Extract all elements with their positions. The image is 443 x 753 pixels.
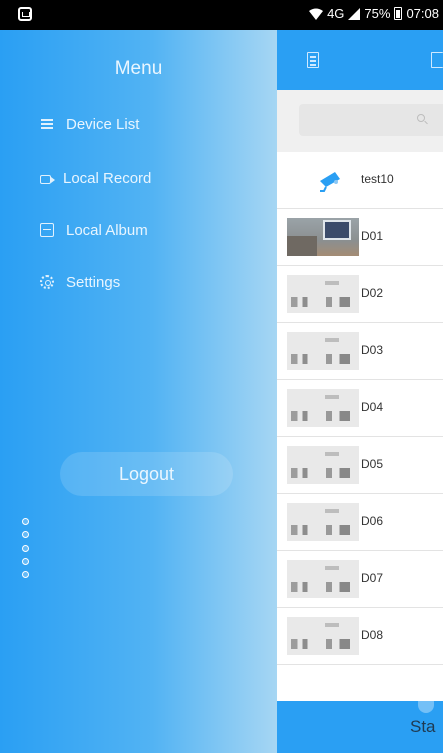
device-thumbnail bbox=[287, 275, 359, 313]
status-indicators: 4G 75% 07:08 bbox=[309, 6, 439, 21]
device-thumbnail bbox=[287, 218, 359, 256]
handle-dot bbox=[22, 557, 29, 565]
list-item[interactable]: test10 bbox=[277, 152, 443, 209]
device-name: test10 bbox=[361, 172, 394, 186]
menu-item-label: Local Record bbox=[63, 169, 152, 187]
list-item[interactable]: D01 bbox=[277, 209, 443, 266]
bottom-tab-indicator bbox=[418, 701, 434, 713]
list-item[interactable]: D04 bbox=[277, 380, 443, 437]
list-icon bbox=[40, 117, 54, 131]
wifi-icon bbox=[309, 8, 324, 20]
menu-item-label: Settings bbox=[66, 273, 121, 291]
list-item[interactable]: D07 bbox=[277, 551, 443, 608]
menu-item-device-list[interactable]: Device List bbox=[40, 109, 139, 139]
camera-icon bbox=[320, 172, 340, 192]
search-icon bbox=[417, 114, 425, 122]
device-thumbnail bbox=[287, 617, 359, 655]
drawer-drag-handle[interactable] bbox=[22, 518, 32, 578]
device-thumbnail bbox=[287, 389, 359, 427]
device-thumbnail bbox=[287, 503, 359, 541]
device-name: D08 bbox=[361, 628, 384, 642]
battery-percent: 75% bbox=[364, 6, 391, 21]
top-app-bar bbox=[277, 30, 443, 90]
device-name: D03 bbox=[361, 343, 384, 357]
device-thumbnail bbox=[287, 446, 359, 484]
list-item[interactable]: D06 bbox=[277, 494, 443, 551]
bottom-bar: Sta bbox=[277, 701, 443, 753]
gear-icon bbox=[40, 275, 54, 289]
list-item[interactable]: D08 bbox=[277, 608, 443, 665]
battery-icon bbox=[394, 7, 403, 20]
device-name: D06 bbox=[361, 514, 384, 528]
list-item[interactable]: D05 bbox=[277, 437, 443, 494]
device-name: D02 bbox=[361, 286, 384, 300]
menu-item-local-record[interactable]: Local Record bbox=[40, 163, 151, 193]
search-input[interactable] bbox=[299, 104, 443, 136]
device-list: test10 D01 D02 D03 D04 D05 D06 D07 D08 bbox=[277, 152, 443, 665]
device-name: D05 bbox=[361, 457, 384, 471]
signal-icon bbox=[348, 7, 361, 20]
handle-dot bbox=[22, 544, 29, 552]
handle-dot bbox=[22, 571, 29, 578]
network-type: 4G bbox=[327, 6, 345, 21]
status-bar: 4G 75% 07:08 bbox=[0, 0, 443, 30]
device-thumbnail bbox=[287, 332, 359, 370]
add-device-icon[interactable] bbox=[431, 52, 443, 68]
menu-item-settings[interactable]: Settings bbox=[40, 267, 120, 297]
device-thumbnail bbox=[287, 560, 359, 598]
notification-icon bbox=[18, 7, 32, 21]
handle-dot bbox=[22, 518, 29, 525]
device-name: D01 bbox=[361, 229, 384, 243]
clock: 07:08 bbox=[406, 6, 439, 21]
album-icon bbox=[40, 223, 54, 237]
handle-dot bbox=[22, 531, 29, 539]
list-item[interactable]: D02 bbox=[277, 266, 443, 323]
document-icon[interactable] bbox=[307, 52, 319, 68]
menu-item-local-album[interactable]: Local Album bbox=[40, 215, 148, 245]
record-icon bbox=[40, 175, 55, 184]
side-drawer: Menu Device List Local Record Local Albu… bbox=[0, 30, 277, 753]
menu-item-label: Device List bbox=[66, 115, 140, 133]
search-area bbox=[277, 90, 443, 152]
drawer-title: Menu bbox=[114, 58, 163, 79]
logout-button[interactable]: Logout bbox=[60, 452, 233, 496]
menu-item-label: Local Album bbox=[66, 221, 148, 239]
list-item[interactable]: D03 bbox=[277, 323, 443, 380]
device-name: D04 bbox=[361, 400, 384, 414]
bottom-bar-button[interactable]: Sta bbox=[410, 717, 436, 737]
device-list-panel: test10 D01 D02 D03 D04 D05 D06 D07 D08 S… bbox=[277, 30, 443, 753]
device-name: D07 bbox=[361, 571, 384, 585]
